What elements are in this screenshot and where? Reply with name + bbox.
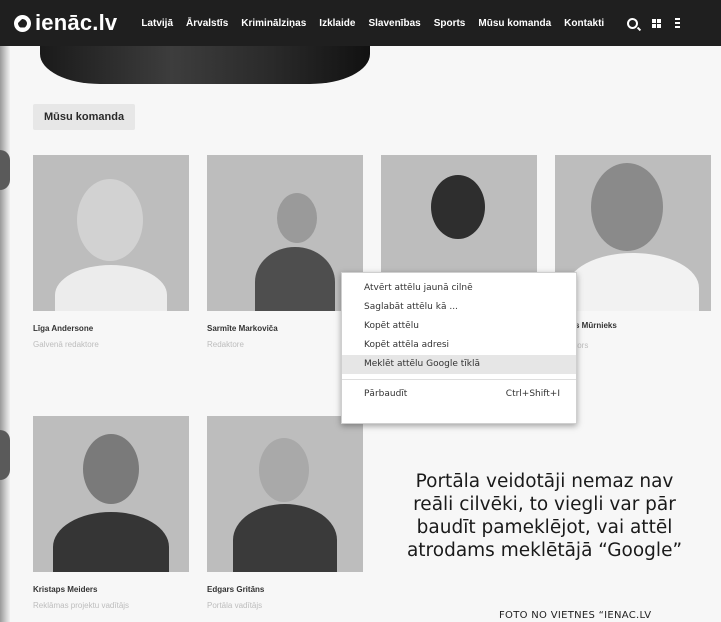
nav-item-izklaide[interactable]: Izklaide (319, 18, 355, 29)
nav-item-sports[interactable]: Sports (434, 18, 466, 29)
menu-item-shortcut: Ctrl+Shift+I (505, 389, 560, 399)
scan-shadow (0, 150, 10, 190)
grid-icon[interactable] (652, 18, 662, 28)
section-title: Mūsu komanda (33, 104, 136, 130)
top-navigation: ienāc.lv Latvijā Ārvalstīs Kriminālziņas… (0, 0, 721, 46)
nav-icons (627, 17, 694, 29)
header-banner-image (40, 46, 370, 84)
logo-text: ienāc.lv (35, 10, 118, 35)
team-member-name: Edgars Gritāns (207, 585, 265, 594)
nav-menu: Latvijā Ārvalstīs Kriminālziņas Izklaide… (141, 18, 617, 29)
menu-item-label: Atvērt attēlu jaunā cilnē (364, 283, 473, 293)
team-photo[interactable] (33, 155, 189, 311)
team-card[interactable]: Sarmīte Markoviča Redaktore (207, 155, 363, 349)
portrait-body (567, 253, 699, 311)
team-member-role: Portāla vadītājs (207, 601, 263, 610)
team-photo[interactable] (555, 155, 711, 311)
portrait-body (233, 504, 337, 572)
team-member-role: Reklāmas projektu vadītājs (33, 601, 130, 610)
nav-item-latvija[interactable]: Latvijā (141, 18, 173, 29)
menu-separator (342, 379, 576, 380)
menu-item-label: Saglabāt attēlu kā ... (364, 302, 458, 312)
menu-item-copy-image-address[interactable]: Kopēt attēla adresi (342, 336, 576, 355)
scan-shadow (0, 430, 10, 480)
team-member-role: Redaktore (207, 340, 244, 349)
menu-item-search-image-google[interactable]: Meklēt attēlu Google tīklā (342, 355, 576, 374)
image-context-menu: Atvērt attēlu jaunā cilnē Saglabāt attēl… (341, 272, 577, 424)
team-member-name: Līga Andersone (33, 324, 94, 333)
menu-item-label: Meklēt attēlu Google tīklā (364, 359, 480, 369)
menu-item-copy-image[interactable]: Kopēt attēlu (342, 317, 576, 336)
logo-mark-icon (14, 14, 31, 32)
caption-line: atrodams meklētājā “Google” (406, 540, 683, 561)
team-card[interactable]: Kristaps Meiders Reklāmas projektu vadīt… (33, 416, 189, 610)
team-member-role: tors (575, 341, 589, 350)
team-photo[interactable] (207, 155, 363, 311)
team-member-name: s Mūrnieks (575, 321, 617, 330)
portrait-body (53, 512, 169, 572)
search-icon[interactable] (627, 17, 639, 29)
team-card[interactable]: Edgars Gritāns Portāla vadītājs (207, 416, 363, 610)
menu-item-inspect[interactable]: Pārbaudīt Ctrl+Shift+I (342, 385, 576, 404)
menu-item-open-image-new-tab[interactable]: Atvērt attēlu jaunā cilnē (342, 279, 576, 298)
caption-line: Portāla veidotāji nemaz nav (415, 471, 674, 492)
portrait-body (255, 247, 335, 311)
team-member-name: Sarmīte Markoviča (207, 324, 278, 333)
menu-item-save-image-as[interactable]: Saglabāt attēlu kā ... (342, 298, 576, 317)
team-member-name: Kristaps Meiders (33, 585, 98, 594)
portrait-head (591, 163, 663, 251)
site-logo[interactable]: ienāc.lv (14, 10, 117, 36)
menu-item-label: Kopēt attēlu (364, 321, 419, 331)
menu-item-label: Kopēt attēla adresi (364, 340, 450, 350)
nav-item-musu-komanda[interactable]: Mūsu komanda (478, 18, 551, 29)
team-card[interactable] (555, 155, 711, 311)
photo-credit: FOTO NO VIETNES “IENAC.LV (499, 610, 652, 621)
menu-item-label: Pārbaudīt (364, 389, 408, 399)
portrait-head (259, 438, 309, 502)
nav-item-kriminalzinas[interactable]: Kriminālziņas (241, 18, 306, 29)
team-photo[interactable] (207, 416, 363, 572)
team-member-role: Galvenā redaktore (33, 340, 99, 349)
portrait-head (431, 175, 485, 239)
caption-line: baudīt pameklējot, vai attēl (416, 517, 673, 538)
scan-edge (0, 0, 10, 622)
article-caption: Portāla veidotāji nemaz nav reāli cilvēk… (368, 470, 721, 562)
menu-icon[interactable] (675, 18, 681, 28)
team-card[interactable]: Līga Andersone Galvenā redaktore (33, 155, 189, 349)
portrait-head (277, 193, 317, 243)
nav-item-arvalstis[interactable]: Ārvalstīs (186, 18, 228, 29)
nav-item-slavenibas[interactable]: Slavenības (368, 18, 420, 29)
team-photo[interactable] (33, 416, 189, 572)
caption-line: reāli cilvēki, to viegli var pār (413, 494, 676, 515)
nav-item-kontakti[interactable]: Kontakti (564, 18, 604, 29)
portrait-body (55, 265, 167, 311)
portrait-head (77, 179, 143, 261)
portrait-head (83, 434, 139, 504)
